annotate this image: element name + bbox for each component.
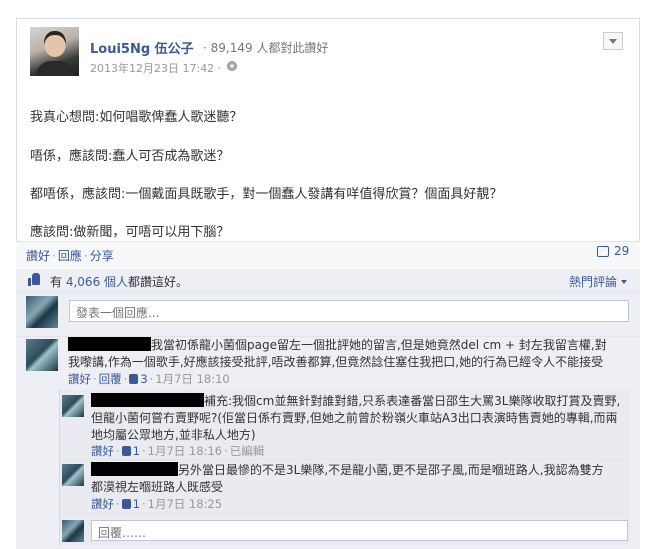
reply-meta: 讚好 · 1 · 1月7日 18:16 · 已編輯	[91, 443, 264, 459]
separator-dot: ·	[93, 372, 97, 386]
comment-text-line: 我嚟講,作為一個歌手,好應該接受批評,唔改善都算,但竟然諗住塞住我把口,她的行為…	[68, 355, 604, 369]
reply-text-line: 補充:我個cm並無針對誰對錯,只系表達番當日邵生大罵3L樂隊收取打賞及賣野,	[204, 394, 621, 408]
comment-reply-button[interactable]: 回覆	[99, 372, 122, 386]
current-user-avatar	[62, 520, 84, 542]
comment-like-button[interactable]: 讚好	[68, 372, 91, 386]
post-text-line: 唔係，應該問:蠢人可否成為歌迷？	[30, 149, 230, 164]
reply-date[interactable]: 1月7日 18:25	[148, 497, 222, 511]
reply-like-count[interactable]: 1	[133, 497, 140, 511]
comment-input[interactable]: 發表一個回應...	[69, 300, 629, 322]
comment-count[interactable]: 29	[597, 244, 629, 258]
likes-suffix: 都讚這好。	[128, 275, 189, 289]
reply-text-line: 另外當日最慘的不是3L樂隊,不是龍小菌,更不是邵子風,而是嗰班路人,我認為雙方	[178, 463, 604, 477]
reply-like-button[interactable]: 讚好	[91, 444, 114, 458]
current-user-avatar	[26, 296, 58, 328]
thumbs-up-icon	[121, 499, 131, 509]
likes-summary-text: 有 4,066 個人都讚這好。	[50, 273, 188, 290]
sort-label[interactable]: 熱門評論	[569, 275, 617, 289]
separator-dot: ·	[141, 444, 146, 458]
comment-text-line: 我當初係龍小菌個page留左一個批評她的留言,但是她竟然del cm + 封左我…	[151, 338, 607, 352]
comment-likes-link[interactable]: 3	[129, 372, 148, 386]
separator-dot: ·	[116, 497, 120, 511]
sort-comments-dropdown[interactable]: 熱門評論	[569, 273, 627, 290]
thumbs-up-icon	[121, 446, 131, 456]
post-actions-bar: 讚好 · 回應 · 分享	[16, 241, 640, 268]
likes-prefix: 有	[50, 275, 63, 289]
divider	[59, 513, 630, 514]
page-name-link[interactable]: Loui5Ng 伍公子	[90, 38, 194, 57]
edited-label[interactable]: 已編輯	[230, 444, 265, 458]
post-text-line: 應該問:做新聞，可唔可以用下腦？	[30, 225, 230, 240]
post-text-line: 都唔係，應該問:一個戴面具既歌手，對一個蠢人發講有咩值得欣賞？個面具好靚？	[30, 187, 503, 202]
commenter-avatar[interactable]	[26, 339, 58, 371]
reply-avatar[interactable]	[62, 464, 84, 486]
redacted-commenter-name	[91, 462, 178, 476]
reply-text-line: 地均屬公眾地方,並非私人地方)	[91, 428, 256, 442]
page-likes-count: · 89,149 人都對此讚好	[203, 41, 329, 55]
comment-body: 我當初係龍小菌個page留左一個批評她的留言,但是她竟然del cm + 封左我…	[68, 337, 607, 371]
divider	[59, 459, 630, 460]
comment-like-count[interactable]: 3	[140, 372, 147, 386]
likes-count-link[interactable]: 4,066 個人	[66, 275, 128, 289]
separator-dot: ·	[116, 444, 120, 458]
reply-like-count[interactable]: 1	[133, 444, 140, 458]
share-button[interactable]: 分享	[90, 249, 114, 263]
reply-text-line: 都漠視左嗰班路人既感受	[91, 480, 224, 494]
comment-count-value[interactable]: 29	[614, 244, 629, 258]
comment-meta: 讚好 · 回覆 · 3 · 1月7日 18:10	[68, 371, 230, 387]
page-avatar[interactable]	[30, 27, 79, 76]
separator-dot: ·	[52, 249, 56, 263]
reply-avatar[interactable]	[62, 395, 84, 417]
like-button[interactable]: 讚好	[26, 249, 50, 263]
redacted-commenter-name	[68, 337, 151, 351]
post-timestamp[interactable]: 2013年12月23日 17:42 ·	[90, 60, 221, 76]
reply-likes-link[interactable]: 1	[121, 444, 140, 458]
separator-dot: ·	[141, 497, 146, 511]
reply-body: 另外當日最慘的不是3L樂隊,不是龍小菌,更不是邵子風,而是嗰班路人,我認為雙方 …	[91, 462, 604, 496]
thumbs-up-icon	[129, 374, 139, 384]
globe-icon	[227, 61, 237, 71]
reply-text-line: 但龍小菌何嘗冇賣野呢?(佢當日係冇賣野,但她之前曾於粉嶺火車站A3出口表演時售賣…	[91, 411, 618, 425]
reply-date[interactable]: 1月7日 18:16	[148, 444, 222, 458]
separator-dot: ·	[224, 444, 228, 458]
reply-like-button[interactable]: 讚好	[91, 497, 114, 511]
reply-body: 補充:我個cm並無針對誰對錯,只系表達番當日邵生大罵3L樂隊收取打賞及賣野, 但…	[91, 393, 620, 444]
redacted-commenter-name	[91, 393, 204, 407]
comment-date[interactable]: 1月7日 18:10	[155, 372, 229, 386]
reply-likes-link[interactable]: 1	[121, 497, 140, 511]
thumbs-up-icon	[28, 273, 41, 286]
reply-meta: 讚好 · 1 · 1月7日 18:25	[91, 496, 222, 512]
comment-button[interactable]: 回應	[58, 249, 82, 263]
post-menu-button[interactable]	[603, 32, 623, 50]
separator-dot: ·	[83, 249, 88, 263]
post-text-line: 我真心想問:如何唱歌俾蠢人歌迷聽？	[30, 110, 243, 125]
reply-input[interactable]: 回覆……	[91, 520, 628, 541]
